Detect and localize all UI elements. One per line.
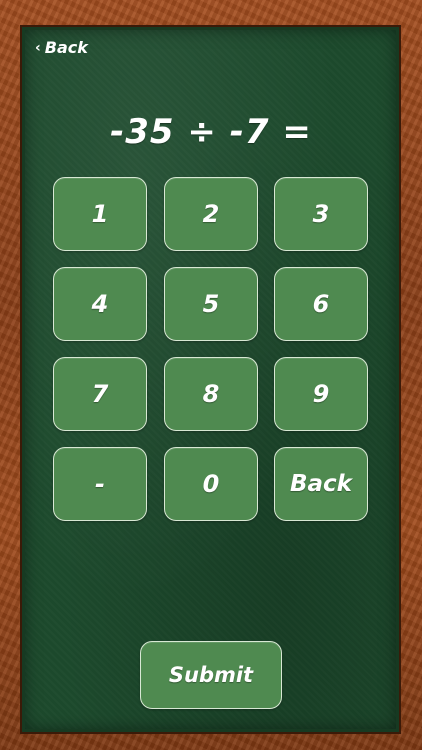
key-1[interactable]: 1 — [53, 177, 147, 251]
key-backspace[interactable]: Back — [274, 447, 368, 521]
key-2[interactable]: 2 — [164, 177, 258, 251]
key-3[interactable]: 3 — [274, 177, 368, 251]
chevron-left-icon: ‹ — [35, 40, 41, 56]
key-minus[interactable]: - — [53, 447, 147, 521]
math-problem: -35 ÷ -7 = — [110, 112, 312, 152]
back-nav-button[interactable]: ‹ Back — [35, 37, 88, 59]
key-8[interactable]: 8 — [164, 357, 258, 431]
key-5[interactable]: 5 — [164, 267, 258, 341]
key-7[interactable]: 7 — [53, 357, 147, 431]
key-6[interactable]: 6 — [274, 267, 368, 341]
back-nav-label: Back — [44, 38, 88, 57]
key-9[interactable]: 9 — [274, 357, 368, 431]
key-4[interactable]: 4 — [53, 267, 147, 341]
key-0[interactable]: 0 — [164, 447, 258, 521]
submit-button[interactable]: Submit — [140, 641, 282, 709]
